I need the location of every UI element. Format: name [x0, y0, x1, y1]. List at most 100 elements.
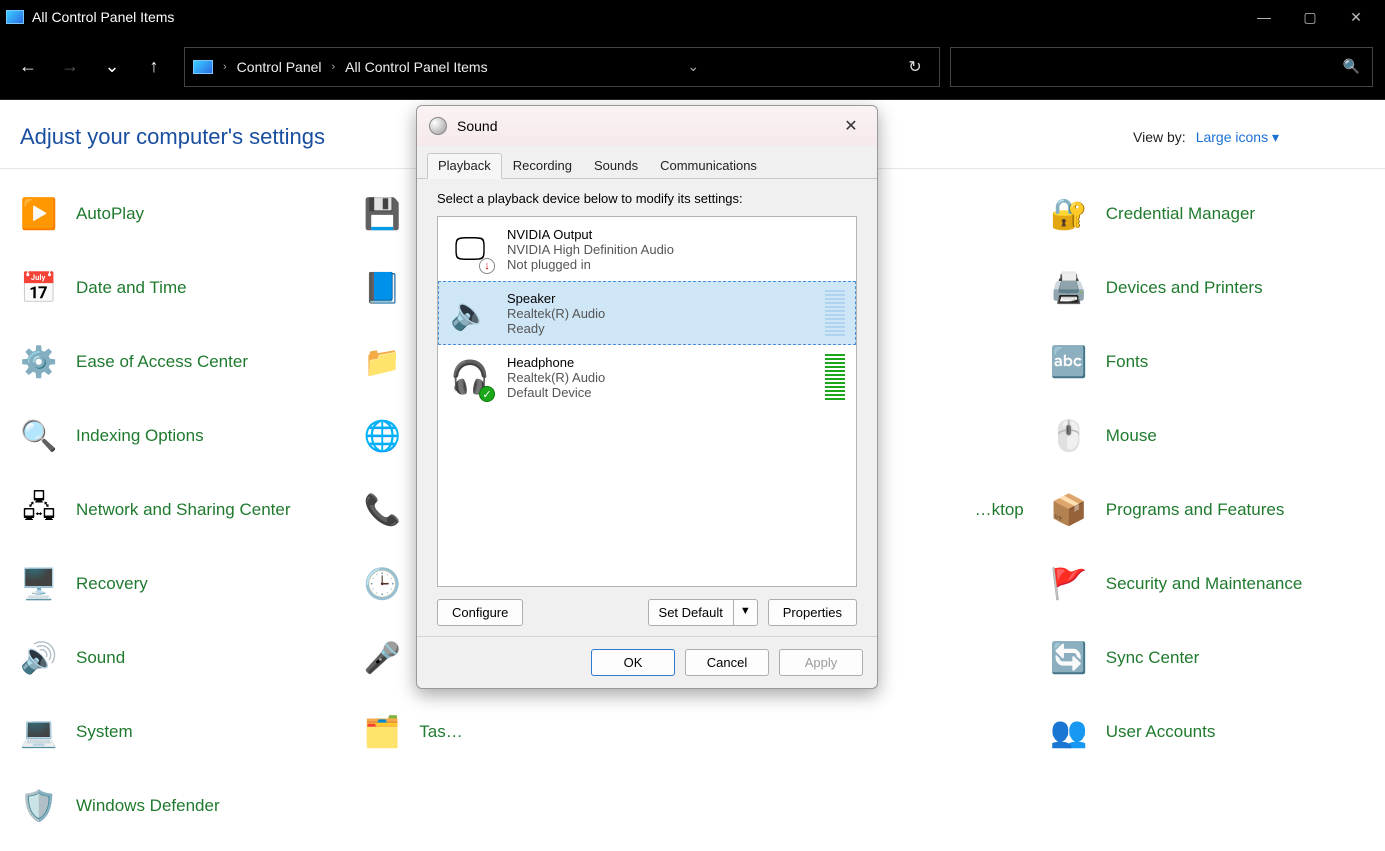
window-maximize-button[interactable]: ▢ — [1287, 0, 1333, 34]
autoplay-icon: ▶️ — [18, 193, 60, 235]
nav-forward-button[interactable]: → — [54, 51, 86, 83]
item-label: Sound — [76, 647, 125, 669]
address-box[interactable]: › Control Panel › All Control Panel Item… — [184, 47, 940, 87]
item-date-time[interactable]: 📅 Date and Time — [6, 261, 349, 315]
configure-button[interactable]: Configure — [437, 599, 523, 626]
item-indexing[interactable]: 🔍 Indexing Options — [6, 409, 349, 463]
breadcrumb-item[interactable]: Control Panel — [237, 59, 322, 75]
device-name: Speaker — [507, 291, 811, 306]
address-bar: ← → ⌄ ↑ › Control Panel › All Control Pa… — [0, 34, 1385, 100]
device-status: Ready — [507, 321, 811, 336]
nav-back-button[interactable]: ← — [12, 51, 44, 83]
taskbar-icon: 🗂️ — [361, 711, 403, 753]
network-icon: 🖧 — [18, 489, 60, 531]
item-windows-defender[interactable]: 🛡️ Windows Defender — [6, 779, 349, 833]
dialog-titlebar: Sound ✕ — [417, 106, 877, 146]
tab-playback[interactable]: Playback — [427, 153, 502, 179]
item-recovery[interactable]: 🖥️ Recovery — [6, 557, 349, 611]
item-sound[interactable]: 🔊 Sound — [6, 631, 349, 685]
item-label: System — [76, 721, 133, 743]
properties-button[interactable]: Properties — [768, 599, 857, 626]
phone-icon: 📞 — [361, 489, 403, 531]
item-hidden — [693, 705, 1036, 759]
device-list[interactable]: 🖵 ↓ NVIDIA Output NVIDIA High Definition… — [437, 216, 857, 587]
region-icon: 🕒 — [361, 563, 403, 605]
item-label: Network and Sharing Center — [76, 499, 291, 521]
device-name: Headphone — [507, 355, 811, 370]
item-network-sharing[interactable]: 🖧 Network and Sharing Center — [6, 483, 349, 537]
window-close-button[interactable]: ✕ — [1333, 0, 1379, 34]
breadcrumb-sep: › — [332, 61, 336, 73]
device-speaker[interactable]: 🔈 Speaker Realtek(R) Audio Ready — [438, 281, 856, 345]
item-sync-center[interactable]: 🔄 Sync Center — [1036, 631, 1379, 685]
view-by-label: View by: — [1133, 129, 1186, 145]
item-label: Mouse — [1106, 425, 1157, 447]
item-placeholder — [1036, 779, 1379, 833]
item-security-maintenance[interactable]: 🚩 Security and Maintenance — [1036, 557, 1379, 611]
level-meter — [825, 290, 845, 336]
sync-icon: 🔄 — [1048, 637, 1090, 679]
users-icon: 👥 — [1048, 711, 1090, 753]
dialog-close-button[interactable]: ✕ — [837, 116, 865, 136]
item-label: Date and Time — [76, 277, 187, 299]
nav-up-button[interactable]: ↑ — [138, 51, 170, 83]
item-label: Windows Defender — [76, 795, 220, 817]
indexing-icon: 🔍 — [18, 415, 60, 457]
tab-sounds[interactable]: Sounds — [583, 153, 649, 179]
default-check-icon: ✓ — [479, 386, 495, 402]
search-box[interactable]: 🔍 — [950, 47, 1373, 87]
control-panel-icon — [193, 60, 213, 74]
item-programs-features[interactable]: 📦 Programs and Features — [1036, 483, 1379, 537]
item-credential-manager[interactable]: 🔐 Credential Manager — [1036, 187, 1379, 241]
tab-recording[interactable]: Recording — [502, 153, 583, 179]
view-by-dropdown[interactable]: Large icons ▾ — [1196, 129, 1279, 146]
default-icon: 📘 — [361, 267, 403, 309]
sound-icon — [429, 117, 447, 135]
item-fonts[interactable]: 🔤 Fonts — [1036, 335, 1379, 389]
device-nvidia-output[interactable]: 🖵 ↓ NVIDIA Output NVIDIA High Definition… — [438, 217, 856, 281]
printer-icon: 🖨️ — [1048, 267, 1090, 309]
window-minimize-button[interactable]: — — [1241, 0, 1287, 34]
flag-icon: 🚩 — [1048, 563, 1090, 605]
tab-communications[interactable]: Communications — [649, 153, 768, 179]
item-ease-of-access[interactable]: ⚙️ Ease of Access Center — [6, 335, 349, 389]
item-mouse[interactable]: 🖱️ Mouse — [1036, 409, 1379, 463]
device-subtitle: Realtek(R) Audio — [507, 306, 811, 321]
set-default-button[interactable]: Set Default ▼ — [648, 599, 758, 626]
item-placeholder — [693, 779, 1036, 833]
accessibility-icon: ⚙️ — [18, 341, 60, 383]
item-label: Sync Center — [1106, 647, 1200, 669]
instruction-text: Select a playback device below to modify… — [437, 191, 857, 206]
refresh-button[interactable]: ↻ — [899, 57, 931, 77]
item-label: Credential Manager — [1106, 203, 1255, 225]
fonts-icon: 🔤 — [1048, 341, 1090, 383]
programs-icon: 📦 — [1048, 489, 1090, 531]
device-headphone[interactable]: 🎧 ✓ Headphone Realtek(R) Audio Default D… — [438, 345, 856, 409]
system-icon: 💻 — [18, 711, 60, 753]
item-autoplay[interactable]: ▶️ AutoPlay — [6, 187, 349, 241]
item-label: Security and Maintenance — [1106, 573, 1303, 595]
item-taskbar[interactable]: 🗂️ Tas… — [349, 705, 692, 759]
address-dropdown-icon[interactable]: ⌄ — [687, 58, 699, 75]
chevron-down-icon[interactable]: ▼ — [734, 600, 757, 625]
speaker-icon: 🔈 — [447, 290, 493, 336]
item-label: Fonts — [1106, 351, 1149, 373]
item-label: Programs and Features — [1106, 499, 1285, 521]
cancel-button[interactable]: Cancel — [685, 649, 769, 676]
breadcrumb-item[interactable]: All Control Panel Items — [345, 59, 487, 75]
item-devices-printers[interactable]: 🖨️ Devices and Printers — [1036, 261, 1379, 315]
level-meter — [825, 354, 845, 400]
backup-icon: 💾 — [361, 193, 403, 235]
dialog-tabs: Playback Recording Sounds Communications — [417, 146, 877, 179]
device-button-row: Configure Set Default ▼ Properties — [437, 599, 857, 626]
item-label: Tas… — [419, 721, 462, 743]
nav-recent-button[interactable]: ⌄ — [96, 51, 128, 83]
sound-dialog: Sound ✕ Playback Recording Sounds Commun… — [416, 105, 878, 689]
item-user-accounts[interactable]: 👥 User Accounts — [1036, 705, 1379, 759]
item-label: Devices and Printers — [1106, 277, 1263, 299]
apply-button[interactable]: Apply — [779, 649, 863, 676]
item-system[interactable]: 💻 System — [6, 705, 349, 759]
ok-button[interactable]: OK — [591, 649, 675, 676]
tab-body: Select a playback device below to modify… — [417, 179, 877, 636]
internet-icon: 🌐 — [361, 415, 403, 457]
